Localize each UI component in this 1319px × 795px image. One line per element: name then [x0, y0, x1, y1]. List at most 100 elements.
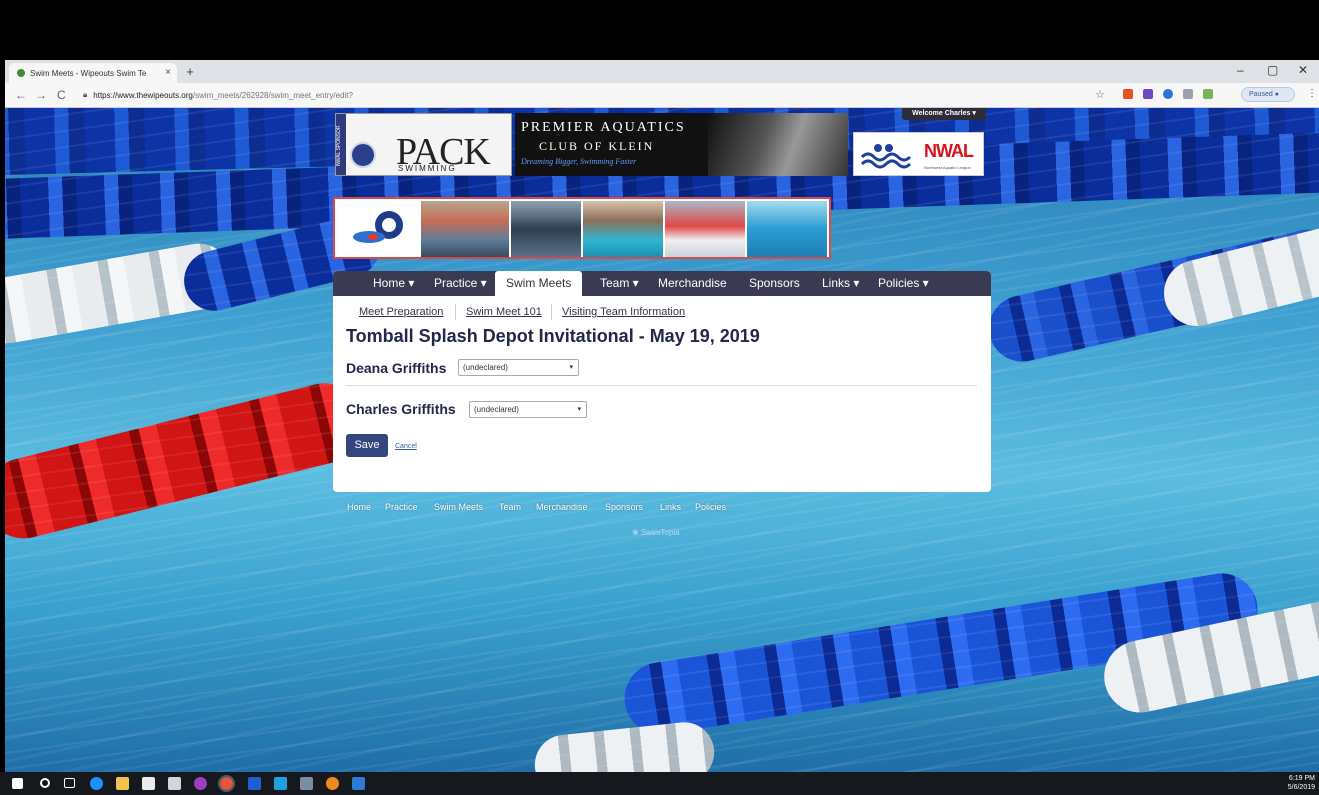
- footer-link-policies[interactable]: Policies: [695, 502, 726, 512]
- maximize-icon[interactable]: ▢: [1267, 63, 1278, 77]
- powered-by-text: SwimTopia: [640, 528, 680, 537]
- nwal-waves-icon: [860, 144, 912, 169]
- team-photo-5: [747, 201, 827, 257]
- word-icon[interactable]: [352, 777, 365, 790]
- tab-title: Swim Meets - Wipeouts Swim Te: [30, 68, 147, 78]
- app-icon[interactable]: [168, 777, 181, 790]
- entry-select[interactable]: (undeclared) ▾: [469, 401, 587, 418]
- app-icon[interactable]: [300, 777, 313, 790]
- nav-links[interactable]: Links ▾: [822, 271, 859, 296]
- wipeouts-logo-icon: [353, 211, 403, 243]
- team-banner: [333, 197, 831, 259]
- nav-practice[interactable]: Practice ▾: [434, 271, 487, 296]
- footer-link-links[interactable]: Links: [660, 502, 681, 512]
- edge-icon[interactable]: [90, 777, 103, 790]
- extension-icon-1[interactable]: [1123, 89, 1133, 99]
- store-icon[interactable]: [142, 777, 155, 790]
- paused-label: Paused: [1249, 91, 1273, 98]
- back-icon[interactable]: ←: [15, 88, 27, 102]
- sponsor-premier-aquatics[interactable]: PREMIER AQUATICS CLUB OF KLEIN Dreaming …: [515, 113, 848, 176]
- save-button[interactable]: Save: [346, 434, 388, 457]
- footer-link-swim-meets[interactable]: Swim Meets: [434, 502, 483, 512]
- task-view-icon[interactable]: [64, 778, 75, 788]
- subnav-visiting-team[interactable]: Visiting Team Information: [562, 306, 685, 318]
- swimmer-name: Deana Griffiths: [346, 360, 447, 376]
- footer-link-practice[interactable]: Practice: [385, 502, 418, 512]
- screen: Swim Meets - Wipeouts Swim Te × + – ▢ ✕ …: [0, 0, 1319, 795]
- bookmark-star-icon[interactable]: ☆: [1095, 88, 1105, 101]
- user-menu[interactable]: Welcome Charles ▾: [902, 108, 986, 120]
- premier-line1: PREMIER AQUATICS: [521, 120, 686, 135]
- extension-icon-2[interactable]: [1143, 89, 1153, 99]
- sponsor-nwal[interactable]: NWAL Northwest Aquatic League: [853, 132, 984, 176]
- reload-icon[interactable]: C: [57, 88, 66, 102]
- close-tab-icon[interactable]: ×: [165, 67, 171, 78]
- team-photo-2: [511, 201, 581, 257]
- entry-select-value: (undeclared): [463, 363, 508, 372]
- footer-link-team[interactable]: Team: [499, 502, 521, 512]
- app-icon[interactable]: [248, 777, 261, 790]
- system-clock[interactable]: 6:19 PM 5/6/2019: [1288, 774, 1315, 792]
- nav-swim-meets[interactable]: Swim Meets: [495, 271, 583, 297]
- close-window-icon[interactable]: ✕: [1298, 63, 1308, 77]
- cancel-link[interactable]: Cancel: [395, 443, 417, 450]
- powered-logo-icon: ❀: [632, 528, 641, 537]
- nav-home[interactable]: Home ▾: [373, 271, 414, 296]
- app-icon[interactable]: [194, 777, 207, 790]
- page-title: Tomball Splash Depot Invitational - May …: [346, 326, 760, 346]
- team-photo-3: [583, 201, 663, 257]
- footer-link-home[interactable]: Home: [347, 502, 371, 512]
- lock-icon: 🔒︎: [83, 90, 88, 99]
- entry-select[interactable]: (undeclared) ▾: [458, 359, 579, 376]
- team-photo-1: [421, 201, 509, 257]
- new-tab-button[interactable]: +: [181, 64, 199, 80]
- browser-tabstrip: Swim Meets - Wipeouts Swim Te × + – ▢ ✕: [5, 60, 1319, 83]
- black-bar: [0, 0, 1319, 60]
- main-navbar: Home ▾ Practice ▾ Swim Meets Team ▾ Merc…: [333, 271, 991, 297]
- subnav-divider: [455, 304, 456, 320]
- premier-line2: CLUB OF KLEIN: [539, 139, 655, 153]
- main-card: Home ▾ Practice ▾ Swim Meets Team ▾ Merc…: [333, 271, 991, 492]
- team-photo-4: [665, 201, 745, 257]
- browser-toolbar: ← → C 🔒︎ https://www.thewipeouts.org/swi…: [5, 83, 1319, 108]
- swimmer-name: Charles Griffiths: [346, 401, 456, 417]
- subnav-swim-meet-101[interactable]: Swim Meet 101: [466, 306, 542, 318]
- sponsor-side-label: NWAL SPONSOR: [336, 114, 346, 175]
- address-bar[interactable]: 🔒︎ https://www.thewipeouts.org/swim_meet…: [83, 86, 1083, 104]
- app-icon[interactable]: [326, 777, 339, 790]
- divider: [346, 385, 977, 386]
- nav-team[interactable]: Team ▾: [600, 271, 639, 296]
- select-arrow-icon: ▾: [569, 364, 573, 371]
- clock-time: 6:19 PM: [1288, 775, 1315, 782]
- browser-menu-icon[interactable]: ⋮: [1307, 88, 1317, 99]
- taskbar: 6:19 PM 5/6/2019: [0, 772, 1319, 795]
- select-arrow-icon: ▾: [577, 406, 581, 413]
- chrome-icon[interactable]: [218, 775, 235, 792]
- profile-paused-button[interactable]: Paused ●: [1241, 87, 1295, 102]
- forward-icon[interactable]: →: [35, 88, 47, 102]
- subnav-divider: [551, 304, 552, 320]
- pack-logo-icon: [350, 142, 376, 168]
- extension-icon-5[interactable]: [1203, 89, 1213, 99]
- clock-date: 5/6/2019: [1287, 784, 1315, 791]
- pack-subtitle: SWIMMING: [398, 164, 457, 173]
- sponsor-pack-swimming[interactable]: NWAL SPONSOR PACK SWIMMING: [335, 113, 512, 176]
- search-icon[interactable]: [40, 778, 50, 788]
- entry-select-value: (undeclared): [474, 405, 519, 414]
- extension-icon-3[interactable]: [1163, 89, 1173, 99]
- site-favicon-icon: [17, 69, 25, 77]
- footer-link-merchandise[interactable]: Merchandise: [536, 502, 588, 512]
- nav-merchandise[interactable]: Merchandise: [658, 271, 727, 296]
- windows-start-icon[interactable]: [12, 778, 23, 789]
- minimize-icon[interactable]: –: [1237, 63, 1244, 77]
- app-icon[interactable]: [274, 777, 287, 790]
- browser-tab[interactable]: Swim Meets - Wipeouts Swim Te ×: [9, 63, 177, 83]
- extension-icon-4[interactable]: [1183, 89, 1193, 99]
- nav-policies[interactable]: Policies ▾: [878, 271, 929, 296]
- file-explorer-icon[interactable]: [116, 777, 129, 790]
- premier-tagline: Dreaming Bigger, Swimming Faster: [521, 157, 637, 166]
- nav-sponsors[interactable]: Sponsors: [749, 271, 800, 296]
- footer-link-sponsors[interactable]: Sponsors: [605, 502, 643, 512]
- powered-by-logo[interactable]: ❀ SwimTopia: [632, 528, 680, 537]
- subnav-meet-preparation[interactable]: Meet Preparation: [359, 306, 443, 318]
